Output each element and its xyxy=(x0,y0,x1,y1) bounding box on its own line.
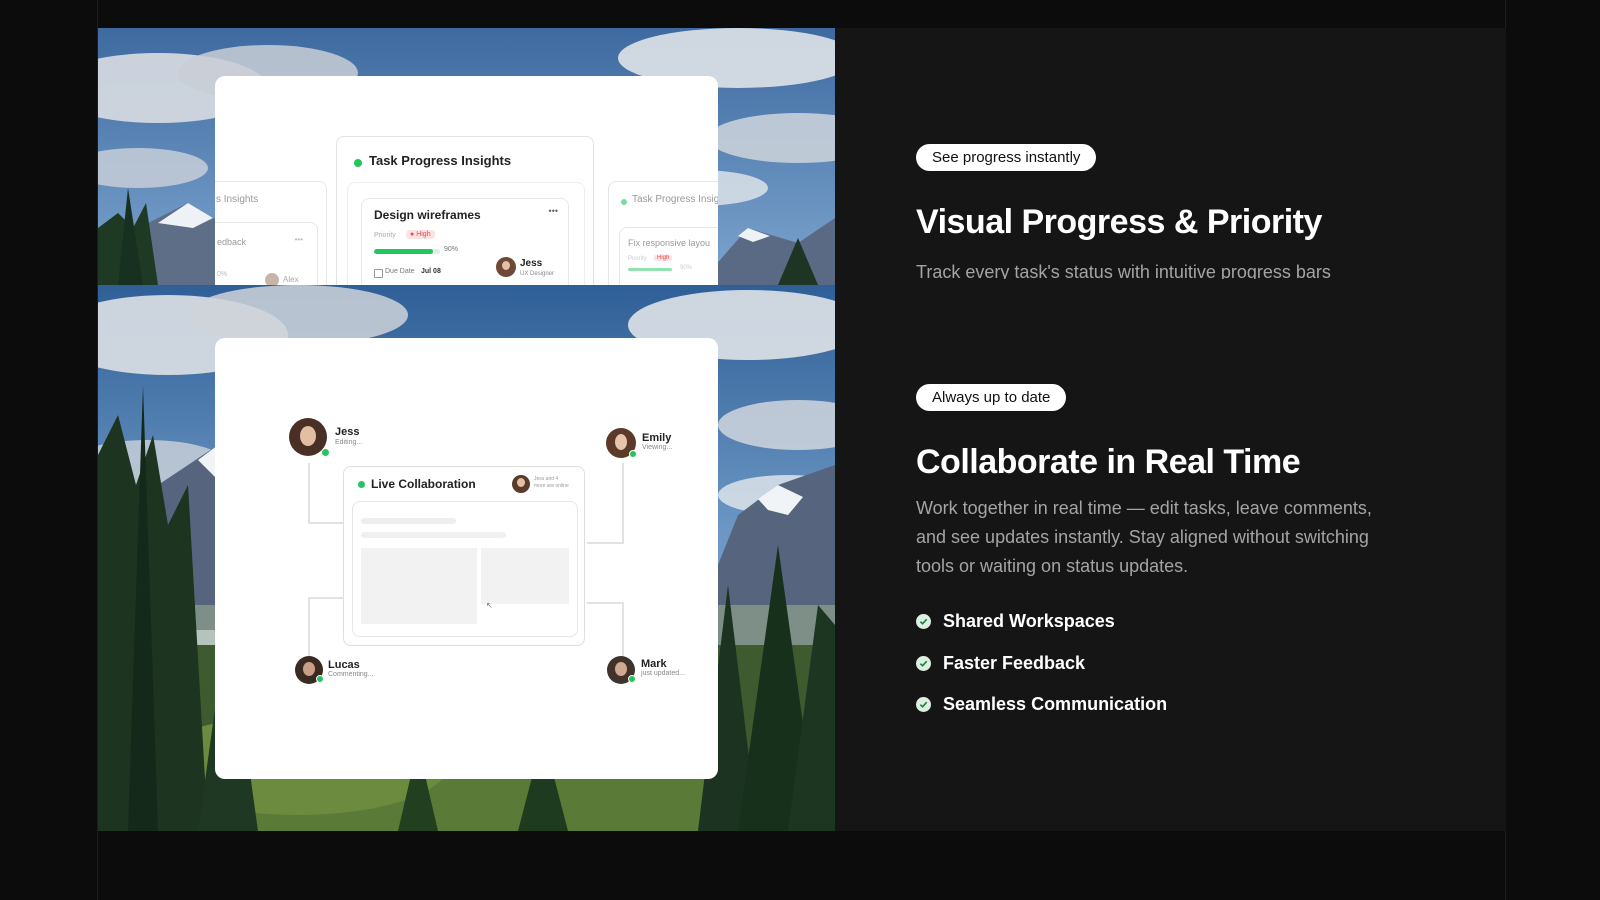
ghost-card-left-title: s Insights xyxy=(216,194,259,205)
priority-label: Priority xyxy=(374,232,396,239)
assignee-avatar xyxy=(496,257,516,277)
ghost-card-left-menu: ••• xyxy=(294,235,303,244)
ghost-avatar-alex xyxy=(265,273,279,285)
user-status-jess: Editing... xyxy=(335,439,363,446)
feature-item-shared-workspaces: Shared Workspaces xyxy=(916,611,1115,632)
online-avatar xyxy=(512,475,530,493)
ghost-card-left-item: edback ••• 0% Alex xyxy=(215,222,318,285)
status-dot xyxy=(354,159,362,167)
ghost-card-left-item-title: edback xyxy=(217,237,247,247)
calendar-icon xyxy=(374,269,383,278)
features-section: s Insights edback ••• 0% Alex Task Progr… xyxy=(98,28,1506,831)
placeholder-line-2 xyxy=(361,532,506,538)
ghost-card-right-item: Fix responsive layou Priority High 90% xyxy=(619,227,718,285)
description-collaborate: Work together in real time — edit tasks,… xyxy=(916,498,1372,576)
online-text-1: Jess and 4 xyxy=(534,476,559,482)
live-status-dot xyxy=(358,481,365,488)
user-name-lucas: Lucas xyxy=(328,659,360,671)
ghost-card-right-priority: Priority xyxy=(628,256,647,262)
online-dot-mark xyxy=(628,675,636,683)
feature-label: Faster Feedback xyxy=(943,653,1086,673)
placeholder-line-1 xyxy=(361,518,456,524)
online-text-2: more are online xyxy=(534,483,569,489)
check-circle-icon xyxy=(916,697,931,712)
feature-label: Shared Workspaces xyxy=(943,611,1115,631)
ghost-card-left: s Insights edback ••• 0% Alex xyxy=(215,181,327,285)
ghost-card-left-percent: 0% xyxy=(217,271,228,278)
task-progress-panel: Task Progress Insights Design wireframes… xyxy=(336,136,594,285)
user-name-jess: Jess xyxy=(335,426,360,438)
user-status-mark: just updated... xyxy=(641,670,685,677)
heading-collaborate: Collaborate in Real Time xyxy=(916,443,1301,481)
placeholder-block-1 xyxy=(361,548,477,624)
document-preview: ↖ xyxy=(352,501,578,637)
live-panel-title: Live Collaboration xyxy=(371,477,476,491)
assignee-name: Jess xyxy=(520,258,543,269)
check-circle-icon xyxy=(916,614,931,629)
badge-see-progress: See progress instantly xyxy=(916,144,1097,171)
progress-fill xyxy=(374,249,434,254)
progress-track xyxy=(374,249,440,254)
feature-media: s Insights edback ••• 0% Alex Task Progr… xyxy=(98,28,835,831)
task-menu-icon[interactable]: ••• xyxy=(549,206,558,216)
check-circle-icon xyxy=(916,656,931,671)
task-item[interactable]: Design wireframes ••• Priority ● High 90… xyxy=(361,198,569,285)
badge-always-up-to-date: Always up to date xyxy=(916,384,1067,411)
feature-item-faster-feedback: Faster Feedback xyxy=(916,653,1085,674)
heading-visual-progress: Visual Progress & Priority xyxy=(916,203,1322,241)
panel-title: Task Progress Insights xyxy=(369,153,512,168)
ghost-card-right-badge: High xyxy=(654,255,673,261)
ghost-card-right-item-title: Fix responsive layou xyxy=(628,238,711,248)
ghost-status-dot xyxy=(621,199,627,205)
live-collaboration-card: Jess Editing... Emily Viewing... Lucas C… xyxy=(215,338,718,779)
assignee-role: UX Designer xyxy=(520,271,555,277)
description-visual-progress: Track every task's status with intuitive… xyxy=(916,262,1331,279)
user-status-emily: Viewing... xyxy=(642,444,673,451)
user-name-mark: Mark xyxy=(641,658,667,670)
user-name-emily: Emily xyxy=(642,432,672,444)
online-dot-emily xyxy=(629,450,637,458)
online-dot-lucas xyxy=(316,675,324,683)
cursor-icon: ↖ xyxy=(486,601,493,610)
online-dot-jess xyxy=(321,448,330,457)
priority-badge: ● High xyxy=(406,230,435,239)
ghost-card-right: Task Progress Insigh Fix responsive layo… xyxy=(608,181,718,285)
task-progress-card: s Insights edback ••• 0% Alex Task Progr… xyxy=(215,76,718,285)
feature-label: Seamless Communication xyxy=(943,694,1168,714)
progress-percent: 90% xyxy=(444,246,459,253)
due-label: Due Date xyxy=(385,268,415,275)
placeholder-block-2 xyxy=(481,548,569,604)
feature-item-seamless-communication: Seamless Communication xyxy=(916,694,1167,715)
landscape-image-bottom: Jess Editing... Emily Viewing... Lucas C… xyxy=(98,285,835,831)
due-value: Jul 08 xyxy=(421,268,441,275)
task-name: Design wireframes xyxy=(374,208,481,222)
ghost-person-name: Alex xyxy=(283,275,299,284)
landscape-image-top: s Insights edback ••• 0% Alex Task Progr… xyxy=(98,28,835,285)
ghost-card-right-title: Task Progress Insigh xyxy=(632,194,718,205)
live-collaboration-panel: Live Collaboration Jess and 4 more are o… xyxy=(343,466,585,646)
user-status-lucas: Commenting... xyxy=(328,671,374,678)
ghost-card-right-percent: 90% xyxy=(680,265,693,271)
ghost-progress-bar xyxy=(628,268,672,271)
priority-value: High xyxy=(416,231,431,238)
